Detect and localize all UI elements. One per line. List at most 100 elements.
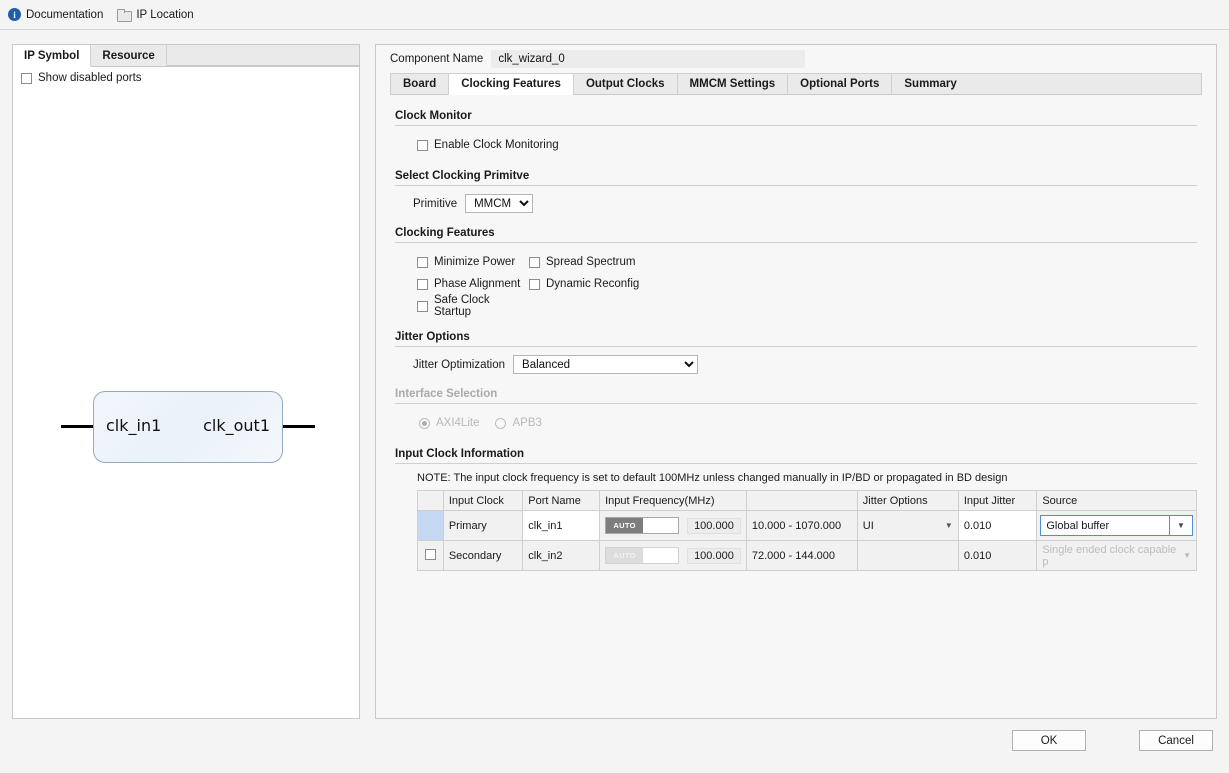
source-dropdown-secondary: Single ended clock capable p ▼ bbox=[1042, 541, 1191, 570]
documentation-button[interactable]: i Documentation bbox=[8, 8, 103, 21]
enable-clock-monitoring-label: Enable Clock Monitoring bbox=[434, 139, 559, 151]
cell-jitter-options-secondary bbox=[857, 541, 958, 571]
port-label-clk-out1: clk_out1 bbox=[203, 416, 270, 435]
axi4lite-option: AXI4Lite bbox=[419, 417, 479, 429]
jitter-optimization-row: Jitter Optimization Balanced bbox=[395, 355, 1197, 374]
auto-toggle-secondary: AUTO bbox=[605, 547, 679, 564]
tab-optional-ports[interactable]: Optional Ports bbox=[787, 73, 891, 94]
spread-spectrum-label: Spread Spectrum bbox=[546, 256, 636, 268]
table-header-row: Input Clock Port Name Input Frequency(MH… bbox=[418, 491, 1197, 511]
tab-ip-symbol[interactable]: IP Symbol bbox=[13, 45, 91, 67]
enable-clock-monitoring-row: Enable Clock Monitoring bbox=[395, 134, 1197, 156]
section-clock-monitor: Clock Monitor Enable Clock Monitoring bbox=[395, 96, 1197, 156]
section-clocking-primitive: Select Clocking Primitve Primitive MMCM bbox=[395, 156, 1197, 213]
cell-input-clock-secondary: Secondary bbox=[443, 541, 522, 571]
tab-mmcm-settings[interactable]: MMCM Settings bbox=[677, 73, 788, 94]
safe-clock-startup-option[interactable]: Safe Clock Startup bbox=[417, 294, 529, 318]
minimize-power-checkbox[interactable] bbox=[417, 257, 428, 268]
cell-input-frequency-primary: AUTO 100.000 bbox=[600, 511, 747, 541]
show-disabled-ports-row[interactable]: Show disabled ports bbox=[13, 67, 359, 84]
folder-icon bbox=[117, 9, 131, 20]
dynamic-reconfig-checkbox[interactable] bbox=[529, 279, 540, 290]
auto-toggle-label-secondary: AUTO bbox=[606, 548, 643, 563]
primitive-select[interactable]: MMCM bbox=[465, 194, 533, 213]
spread-spectrum-checkbox[interactable] bbox=[529, 257, 540, 268]
clock-monitor-rule bbox=[395, 125, 1197, 126]
phase-alignment-option[interactable]: Phase Alignment bbox=[417, 278, 529, 290]
ip-symbol-canvas: clk_in1 clk_out1 bbox=[13, 90, 359, 718]
dynamic-reconfig-option[interactable]: Dynamic Reconfig bbox=[529, 278, 639, 290]
phase-alignment-checkbox[interactable] bbox=[417, 279, 428, 290]
enable-clock-monitoring-option[interactable]: Enable Clock Monitoring bbox=[417, 139, 559, 151]
cell-frequency-range-secondary: 72.000 - 144.000 bbox=[746, 541, 857, 571]
clocking-features-tab-content: Clock Monitor Enable Clock Monitoring Se… bbox=[377, 96, 1215, 717]
safe-clock-startup-checkbox[interactable] bbox=[417, 301, 428, 312]
config-tabstrip-filler bbox=[969, 73, 1202, 94]
ip-location-button[interactable]: IP Location bbox=[117, 9, 193, 21]
interface-selection-rule bbox=[395, 403, 1197, 404]
dynamic-reconfig-label: Dynamic Reconfig bbox=[546, 278, 639, 290]
tab-resource[interactable]: Resource bbox=[91, 45, 166, 66]
show-disabled-ports-checkbox[interactable] bbox=[21, 73, 32, 84]
input-pin-line bbox=[61, 425, 93, 428]
minimize-power-option[interactable]: Minimize Power bbox=[417, 256, 529, 268]
tab-optional-ports-label: Optional Ports bbox=[800, 78, 879, 90]
input-clock-note: NOTE: The input clock frequency is set t… bbox=[395, 472, 1197, 490]
minimize-power-label: Minimize Power bbox=[434, 256, 515, 268]
frequency-value-secondary: 100.000 bbox=[687, 548, 741, 564]
chevron-down-icon[interactable]: ▼ bbox=[1169, 516, 1192, 535]
apb3-option: APB3 bbox=[495, 417, 541, 429]
chevron-down-icon: ▼ bbox=[1177, 551, 1191, 560]
col-source: Source bbox=[1037, 491, 1197, 511]
secondary-enable-checkbox[interactable] bbox=[425, 549, 436, 560]
spread-spectrum-option[interactable]: Spread Spectrum bbox=[529, 256, 636, 268]
section-interface-selection: Interface Selection AXI4Lite APB3 bbox=[395, 374, 1197, 434]
tab-ip-symbol-label: IP Symbol bbox=[24, 50, 79, 62]
section-jitter-options: Jitter Options Jitter Optimization Balan… bbox=[395, 317, 1197, 374]
configuration-panel: Component Name clk_wizard_0 Board Clocki… bbox=[375, 44, 1217, 719]
cell-jitter-options-primary[interactable]: UI ▼ bbox=[857, 511, 958, 541]
component-name-input[interactable]: clk_wizard_0 bbox=[491, 50, 805, 68]
source-dropdown-primary[interactable]: Global buffer ▼ bbox=[1040, 515, 1193, 536]
component-name-label: Component Name bbox=[390, 53, 483, 65]
frequency-value-primary[interactable]: 100.000 bbox=[687, 518, 741, 534]
component-name-row: Component Name clk_wizard_0 bbox=[376, 45, 1216, 73]
ok-button[interactable]: OK bbox=[1012, 730, 1086, 751]
tab-summary[interactable]: Summary bbox=[891, 73, 968, 94]
cell-source-secondary: Single ended clock capable p ▼ bbox=[1037, 541, 1197, 571]
tab-board-label: Board bbox=[403, 78, 436, 90]
cell-input-frequency-secondary: AUTO 100.000 bbox=[600, 541, 747, 571]
auto-toggle-primary[interactable]: AUTO bbox=[605, 517, 679, 534]
col-input-clock: Input Clock bbox=[443, 491, 522, 511]
ip-symbol-block: clk_in1 clk_out1 bbox=[93, 391, 283, 463]
table-row[interactable]: Primary clk_in1 AUTO 100.000 bbox=[418, 511, 1197, 541]
section-clocking-features: Clocking Features Minimize Power Spread … bbox=[395, 213, 1197, 317]
enable-clock-monitoring-checkbox[interactable] bbox=[417, 140, 428, 151]
cell-input-jitter-secondary: 0.010 bbox=[958, 541, 1037, 571]
tab-clocking-features[interactable]: Clocking Features bbox=[448, 73, 573, 95]
cell-port-name-primary[interactable]: clk_in1 bbox=[523, 511, 600, 541]
col-frequency-range bbox=[746, 491, 857, 511]
apb3-radio bbox=[495, 418, 506, 429]
primitive-row: Primitive MMCM bbox=[395, 194, 1197, 213]
cell-source-primary[interactable]: Global buffer ▼ bbox=[1037, 511, 1197, 541]
tab-output-clocks[interactable]: Output Clocks bbox=[573, 73, 677, 94]
jitter-optimization-select[interactable]: Balanced bbox=[513, 355, 698, 374]
source-value-secondary: Single ended clock capable p bbox=[1042, 544, 1177, 568]
tab-output-clocks-label: Output Clocks bbox=[586, 78, 665, 90]
cell-input-jitter-primary[interactable]: 0.010 bbox=[958, 511, 1037, 541]
jitter-options-title: Jitter Options bbox=[395, 317, 1197, 346]
axi4lite-label: AXI4Lite bbox=[436, 417, 479, 429]
row-selector-primary[interactable] bbox=[418, 511, 444, 541]
row-selector-secondary[interactable] bbox=[418, 541, 444, 571]
auto-toggle-track-secondary bbox=[643, 548, 678, 563]
apb3-label: APB3 bbox=[512, 417, 541, 429]
table-row[interactable]: Secondary clk_in2 AUTO 100.000 bbox=[418, 541, 1197, 571]
jitter-options-rule bbox=[395, 346, 1197, 347]
cancel-button[interactable]: Cancel bbox=[1139, 730, 1213, 751]
cell-port-name-secondary: clk_in2 bbox=[523, 541, 600, 571]
interface-selection-row: AXI4Lite APB3 bbox=[395, 412, 1197, 434]
axi4lite-radio bbox=[419, 418, 430, 429]
tab-board[interactable]: Board bbox=[390, 73, 448, 94]
jitter-optimization-label: Jitter Optimization bbox=[413, 359, 505, 371]
